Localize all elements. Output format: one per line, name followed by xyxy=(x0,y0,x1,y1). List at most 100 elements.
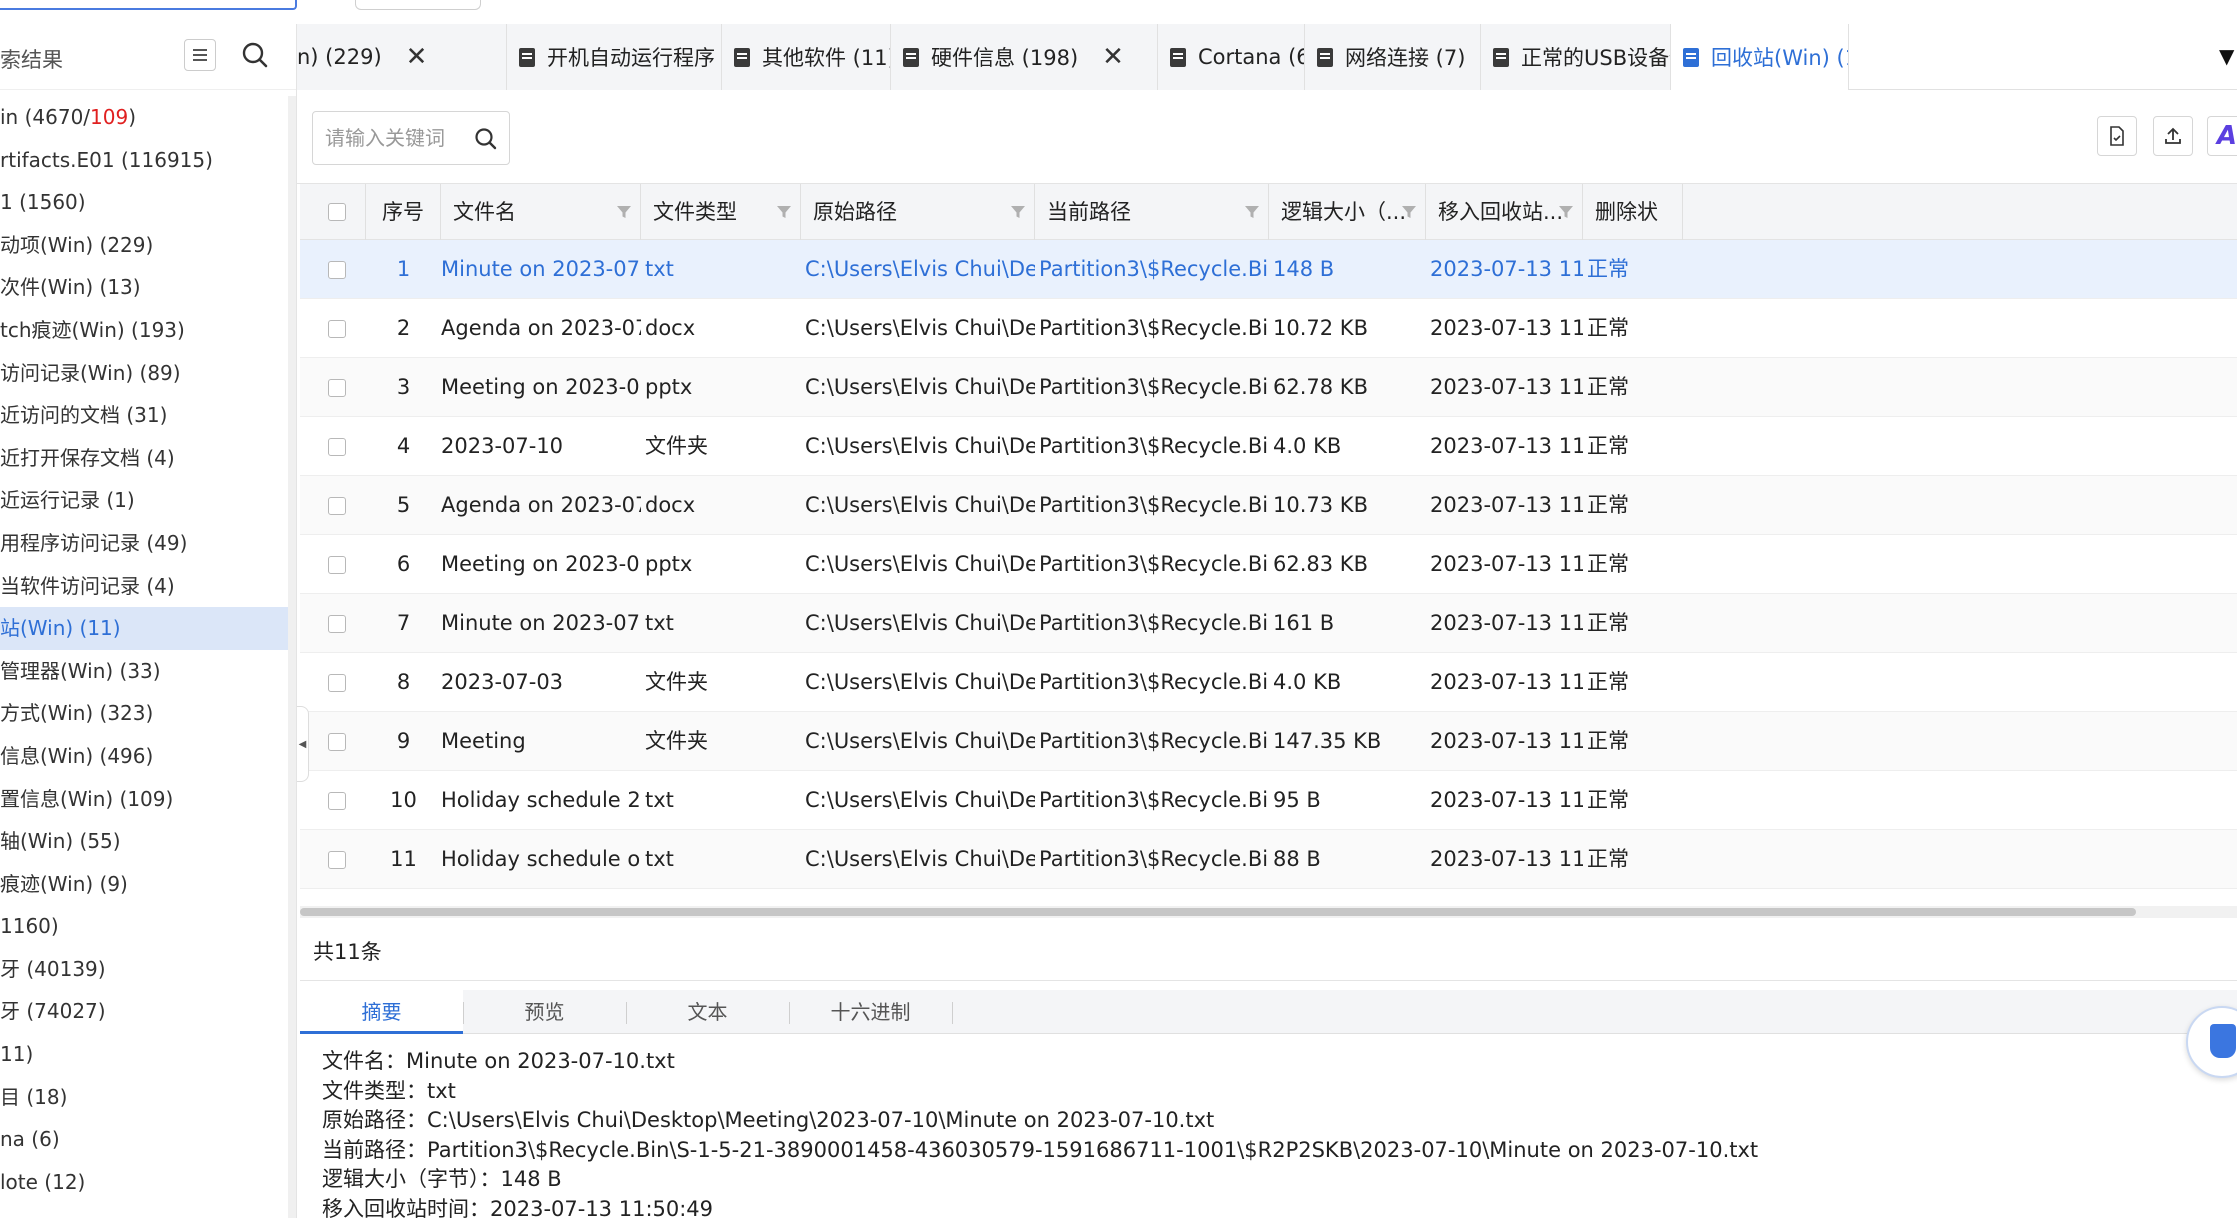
column-header[interactable]: 文件名 xyxy=(441,184,641,240)
table-row[interactable]: 7 Minute on 2023-07-03.txttxt C:\Users\Elv… xyxy=(300,594,2237,653)
close-icon[interactable]: ✕ xyxy=(406,44,428,70)
tab[interactable]: 开机自动运行程序 (5)✕ xyxy=(507,24,722,90)
top-input-fragment[interactable] xyxy=(0,0,297,10)
tree-item-label: 轴(Win) (55) xyxy=(0,829,121,854)
close-icon[interactable]: ✕ xyxy=(1102,44,1124,70)
sidebar-tree-item[interactable]: na (6) xyxy=(0,1118,288,1161)
filter-icon[interactable] xyxy=(776,204,792,220)
tab[interactable]: 硬件信息 (198) ✕ xyxy=(891,24,1158,90)
document-icon xyxy=(1683,47,1699,67)
row-checkbox[interactable] xyxy=(328,733,346,751)
detail-tab[interactable]: 十六进制 xyxy=(789,990,952,1034)
row-checkbox[interactable] xyxy=(328,320,346,338)
sidebar-tree-item[interactable]: 牙 (74027) xyxy=(0,990,288,1033)
row-checkbox[interactable] xyxy=(328,674,346,692)
table-row[interactable]: 4 2023-07-10 文件夹 C:\Users\Elvis Chui\Deskto… xyxy=(300,417,2237,476)
column-header[interactable]: 文件类型 xyxy=(641,184,801,240)
table-row[interactable]: 9 Meeting 文件夹 C:\Users\Elvis Chui\Desktop\.… xyxy=(300,712,2237,771)
table-row[interactable]: 10 Holiday schedule 2023-0...txt C:\Users\… xyxy=(300,771,2237,830)
sidebar-tree-item[interactable]: 近打开保存文档 (4) xyxy=(0,437,288,480)
column-header[interactable]: 当前路径 xyxy=(1035,184,1269,240)
upload-button[interactable] xyxy=(2153,116,2193,156)
table-row[interactable]: 3 Meeting on 2023-07-10.p...pptx C:\Users\… xyxy=(300,358,2237,417)
sidebar-tree-item[interactable]: 信息(Win) (496) xyxy=(0,735,288,778)
tab[interactable]: 回收站(Win) (11)✕ xyxy=(1671,24,1849,90)
sidebar-tree-item[interactable]: rtifacts.E01 (116915) xyxy=(0,139,288,182)
sidebar-tree-item[interactable]: 方式(Win) (323) xyxy=(0,692,288,735)
filter-icon[interactable] xyxy=(1558,204,1574,220)
detail-tab[interactable]: 预览 xyxy=(463,990,626,1034)
sidebar: 索结果 in (4670/109) rtifacts.E01 (116915) 1 … xyxy=(0,24,297,1218)
sidebar-tree-item[interactable]: 用程序访问记录 (49) xyxy=(0,522,288,565)
sidebar-tree-item[interactable]: 次件(Win) (13) xyxy=(0,266,288,309)
tab[interactable]: Cortana (6)✕ xyxy=(1158,24,1305,90)
sidebar-tree-item[interactable]: 1 (1560) xyxy=(0,181,288,224)
select-all-checkbox[interactable] xyxy=(328,203,346,221)
sidebar-search-icon[interactable] xyxy=(240,40,270,70)
column-header[interactable]: 移入回收站... xyxy=(1426,184,1583,240)
filter-icon[interactable] xyxy=(1010,204,1026,220)
table-cell: Partition3\$Recycle.Bin\S-1-5... xyxy=(1039,729,1269,753)
row-checkbox[interactable] xyxy=(328,438,346,456)
sidebar-tree-item[interactable]: 站(Win) (11) xyxy=(0,607,288,650)
sidebar-collapse-handle[interactable]: ◀ xyxy=(297,706,309,782)
table-row[interactable]: 8 2023-07-03 文件夹 C:\Users\Elvis Chui\Deskto… xyxy=(300,653,2237,712)
app-logo-button[interactable]: A xyxy=(2207,116,2237,156)
table-row[interactable]: 5 Agenda on 2023-07-03.d...docx C:\Users\E… xyxy=(300,476,2237,535)
sidebar-tree-item[interactable]: 置信息(Win) (109) xyxy=(0,778,288,821)
sidebar-tree-item[interactable]: in (4670/109) xyxy=(0,96,288,139)
row-checkbox[interactable] xyxy=(328,556,346,574)
search-icon[interactable] xyxy=(473,126,499,152)
column-header[interactable]: 原始路径 xyxy=(801,184,1035,240)
filter-icon[interactable] xyxy=(1244,204,1260,220)
column-header[interactable]: 序号 xyxy=(366,184,441,240)
sidebar-tree-item[interactable]: 1160) xyxy=(0,905,288,948)
tab[interactable]: n) (229) ✕ xyxy=(297,24,507,90)
detail-tab[interactable]: 文本 xyxy=(626,990,789,1034)
sidebar-tree-item[interactable]: 11) xyxy=(0,1033,288,1076)
tree-item-label: 信息(Win) (496) xyxy=(0,743,154,768)
table-row[interactable]: 11 Holiday schedule on 202...txt C:\Users\… xyxy=(300,830,2237,889)
sidebar-tree-item[interactable]: lote (12) xyxy=(0,1161,288,1204)
filter-icon[interactable] xyxy=(1401,204,1417,220)
table-cell: Partition3\$Recycle.Bin\S-1-5... xyxy=(1039,434,1269,458)
sidebar-tree-item[interactable]: 目 (18) xyxy=(0,1076,288,1119)
row-checkbox[interactable] xyxy=(328,379,346,397)
tree-item-label: 近打开保存文档 (4) xyxy=(0,445,175,470)
row-checkbox[interactable] xyxy=(328,497,346,515)
scrollbar-thumb[interactable] xyxy=(300,908,2136,916)
app-logo-icon: A xyxy=(2216,121,2237,151)
row-checkbox[interactable] xyxy=(328,792,346,810)
table-horizontal-scrollbar[interactable] xyxy=(300,906,2237,918)
sidebar-tree-item[interactable]: 管理器(Win) (33) xyxy=(0,650,288,693)
table-row[interactable]: 1 Minute on 2023-07-10.txttxt C:\Users\Elv… xyxy=(300,240,2237,299)
tab[interactable]: 其他软件 (11)✕ xyxy=(722,24,891,90)
filter-icon[interactable] xyxy=(616,204,632,220)
sidebar-tree-item[interactable]: 近访问的文档 (31) xyxy=(0,394,288,437)
row-checkbox[interactable] xyxy=(328,615,346,633)
tab-overflow-icon[interactable]: ▼ xyxy=(2219,44,2237,74)
row-checkbox[interactable] xyxy=(328,261,346,279)
table-cell: 6 xyxy=(396,552,411,576)
sidebar-tree-item[interactable]: 轴(Win) (55) xyxy=(0,820,288,863)
sidebar-tree-item[interactable]: 动项(Win) (229) xyxy=(0,224,288,267)
top-button-fragment[interactable] xyxy=(355,0,481,10)
keyword-search-input[interactable] xyxy=(325,126,475,150)
sidebar-tree-item[interactable]: 痕迹(Win) (9) xyxy=(0,863,288,906)
sidebar-scrollbar[interactable] xyxy=(288,96,296,1218)
table-row[interactable]: 6 Meeting on 2023-07-03.p...pptx C:\Users\… xyxy=(300,535,2237,594)
column-header[interactable]: 删除状 xyxy=(1583,184,1683,240)
sidebar-tree-item[interactable]: 牙 (40139) xyxy=(0,948,288,991)
table-row[interactable]: 2 Agenda on 2023-07-10.d...docx C:\Users\E… xyxy=(300,299,2237,358)
sidebar-tree-item[interactable]: tch痕迹(Win) (193) xyxy=(0,309,288,352)
export-document-button[interactable] xyxy=(2097,116,2137,156)
tab[interactable]: 网络连接 (7)✕ xyxy=(1305,24,1481,90)
detail-tab[interactable]: 摘要 xyxy=(300,990,463,1034)
sidebar-tree-item[interactable]: 访问记录(Win) (89) xyxy=(0,352,288,395)
sidebar-menu-button[interactable] xyxy=(184,39,216,71)
sidebar-tree-item[interactable]: 当软件访问记录 (4) xyxy=(0,565,288,608)
tab[interactable]: 正常的USB设备使用痕迹 (9)✕ xyxy=(1481,24,1671,90)
column-header[interactable]: 逻辑大小（... xyxy=(1269,184,1426,240)
row-checkbox[interactable] xyxy=(328,851,346,869)
sidebar-tree-item[interactable]: 近运行记录 (1) xyxy=(0,479,288,522)
